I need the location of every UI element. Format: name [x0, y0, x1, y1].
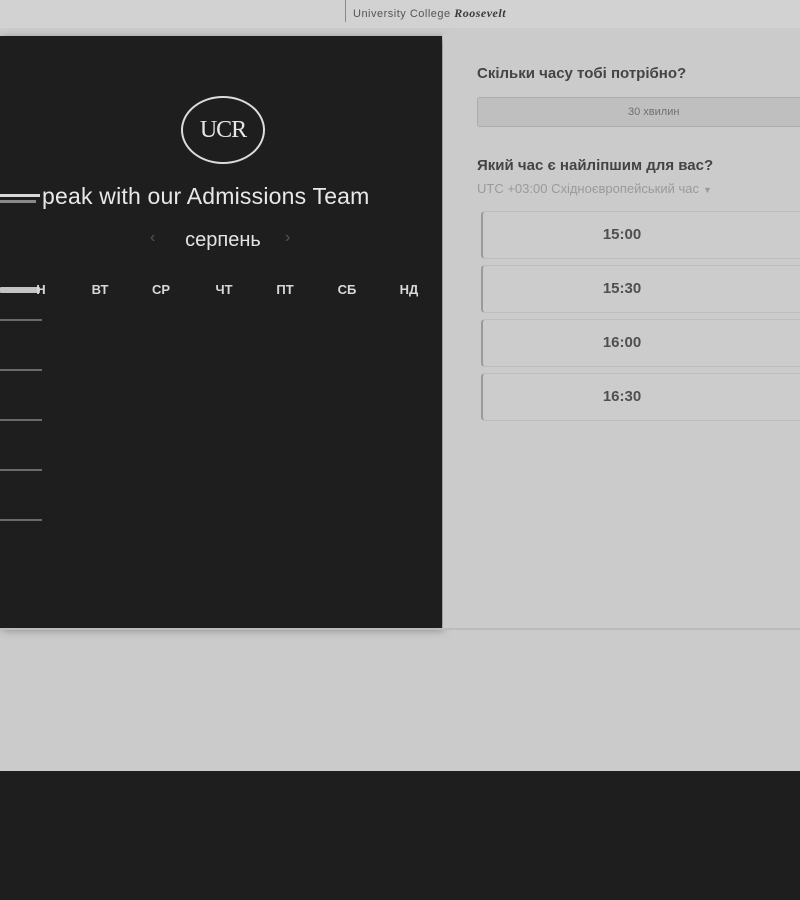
weekday-sun: НД: [399, 282, 419, 297]
timezone-select[interactable]: UTC +03:00 Східноєвропейський час ▼: [477, 181, 712, 196]
week-marker: [0, 519, 42, 521]
week-marker: [0, 469, 42, 471]
timezone-label: UTC +03:00 Східноєвропейський час: [477, 181, 699, 196]
time-slot-label: 15:30: [602, 280, 642, 297]
calendar-title-text: peak with our Admissions Team: [42, 183, 370, 209]
weekday-fri: ПТ: [276, 282, 294, 297]
top-bar: UCR University College Roosevelt: [0, 0, 800, 28]
time-slot-label: 16:00: [602, 334, 642, 351]
weekday-thu: ЧТ: [215, 282, 233, 297]
ucr-logo-text: UCR: [199, 117, 247, 143]
calendar-title: peak with our Admissions Team: [0, 183, 442, 213]
weekday-wed: СР: [151, 282, 171, 297]
weekday-header: Н ВТ СР ЧТ ПТ СБ НД: [0, 282, 442, 298]
section-divider: [0, 628, 800, 630]
brand-caption: University College Roosevelt: [353, 6, 506, 21]
booking-panel: Скільки часу тобі потрібно? 30 хвилин Як…: [443, 34, 800, 628]
time-slot-label: 16:30: [602, 388, 642, 405]
duration-heading: Скільки часу тобі потрібно?: [477, 65, 687, 82]
calendar-week-row: [0, 411, 442, 429]
calendar-week-row: [0, 461, 442, 479]
duration-option-button[interactable]: 30 хвилин: [477, 97, 800, 127]
chevron-down-icon: ▼: [702, 185, 712, 195]
month-label: серпень: [185, 229, 261, 251]
time-slot-button[interactable]: 15:00: [481, 211, 800, 259]
weekday-tue: ВТ: [91, 282, 109, 297]
time-slot-button[interactable]: 16:00: [481, 319, 800, 367]
weekday-sat: СБ: [337, 282, 357, 297]
time-slot-button[interactable]: 16:30: [481, 373, 800, 421]
time-slot-label: 15:00: [602, 226, 642, 243]
title-marker-secondary: [0, 200, 36, 203]
calendar-panel: UCR peak with our Admissions Team ‹ серп…: [0, 36, 442, 628]
calendar-week-row: [0, 311, 442, 329]
week-marker: [0, 369, 42, 371]
month-nav: ‹ серпень ›: [0, 229, 442, 253]
time-heading: Який час є найліпшим для вас?: [477, 157, 714, 174]
next-month-chevron-icon[interactable]: ›: [285, 229, 290, 247]
brand-logo[interactable]: UCR University College Roosevelt: [345, 0, 551, 22]
week-marker: [0, 319, 42, 321]
prev-month-chevron-icon[interactable]: ‹: [150, 229, 155, 247]
ucr-logo: UCR: [181, 96, 265, 164]
brand-caption-prefix: University College: [353, 8, 451, 20]
brand-caption-script: Roosevelt: [454, 6, 507, 20]
title-marker: [0, 194, 40, 197]
week-marker: [0, 419, 42, 421]
calendar-week-row: [0, 511, 442, 529]
weekday-mon: Н: [36, 282, 46, 297]
time-slot-button[interactable]: 15:30: [481, 265, 800, 313]
calendar-week-row: [0, 361, 442, 379]
page-footer: [0, 771, 800, 900]
